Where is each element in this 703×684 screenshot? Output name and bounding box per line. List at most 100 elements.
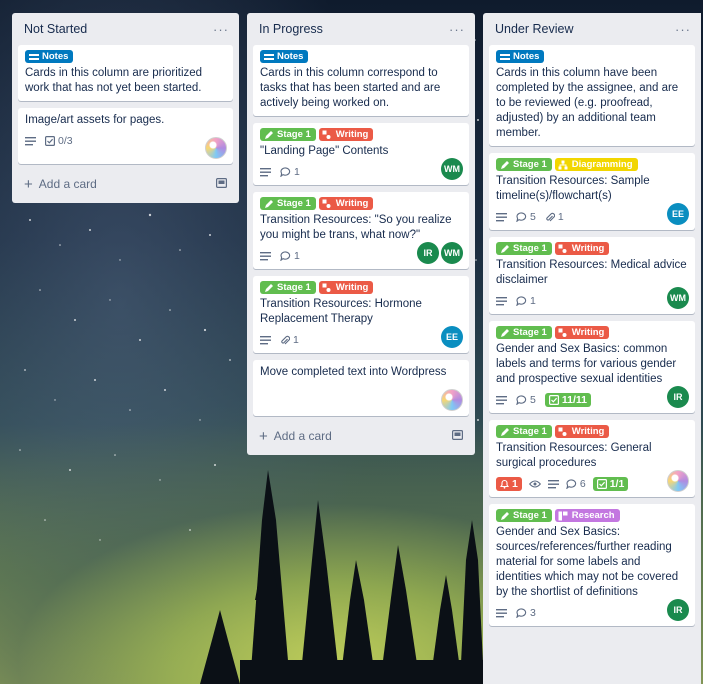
list-title[interactable]: Not Started: [24, 22, 87, 36]
label-notes: Notes: [496, 50, 545, 63]
list-menu-icon[interactable]: ···: [675, 22, 691, 37]
template-icon[interactable]: [452, 429, 464, 443]
card-title: Transition Resources: Medical advice dis…: [496, 259, 687, 286]
research-icon: [558, 510, 569, 521]
notes-icon: [263, 51, 274, 62]
plus-icon: +: [259, 427, 268, 445]
label-text: Writing: [571, 426, 605, 437]
comment-count: 1: [530, 295, 536, 307]
list-title[interactable]: Under Review: [495, 22, 574, 36]
paperclip-icon: [546, 212, 555, 221]
card-members: EE: [441, 326, 463, 348]
card-image-assets[interactable]: Image/art assets for pages. 0/3: [18, 108, 233, 164]
pencil-icon: [499, 243, 510, 254]
writing-icon: [322, 282, 333, 293]
diagram-icon: [558, 159, 569, 170]
card-notes[interactable]: Notes Cards in this column correspond to…: [253, 45, 469, 116]
list-in-progress: In Progress ··· Notes Cards in this colu…: [247, 13, 475, 455]
add-card-button[interactable]: + Add a card: [18, 171, 233, 197]
plus-icon: +: [24, 175, 33, 193]
card-members: EE: [667, 203, 689, 225]
comment-count: 1: [294, 166, 300, 178]
label-text: Diagramming: [571, 159, 633, 170]
checklist-badge: 0/3: [45, 135, 73, 147]
label-text: Writing: [335, 129, 369, 140]
card-medical-disclaimer[interactable]: Stage 1 Writing Transition Resources: Me…: [489, 237, 695, 314]
bell-icon: [500, 479, 509, 489]
comments-badge: 3: [516, 607, 536, 619]
description-icon: [25, 136, 36, 146]
list-menu-icon[interactable]: ···: [213, 22, 229, 37]
card-timeline[interactable]: Stage 1 Diagramming Transition Resources…: [489, 153, 695, 230]
member-avatar[interactable]: IR: [667, 386, 689, 408]
comment-icon: [516, 395, 527, 405]
comment-icon: [516, 608, 527, 618]
pencil-icon: [499, 159, 510, 170]
member-avatar[interactable]: IR: [667, 599, 689, 621]
member-avatar[interactable]: WM: [667, 287, 689, 309]
member-avatar[interactable]: EE: [667, 203, 689, 225]
writing-icon: [558, 426, 569, 437]
comments-badge: 5: [516, 211, 536, 223]
writing-icon: [558, 327, 569, 338]
add-card-label: Add a card: [38, 177, 97, 191]
member-avatar[interactable]: WM: [441, 158, 463, 180]
comment-icon: [566, 479, 576, 489]
card-landing-page[interactable]: Stage 1 Writing "Landing Page" Contents …: [253, 123, 469, 185]
member-avatar[interactable]: EE: [441, 326, 463, 348]
card-title: Transition Resources: Sample timeline(s)…: [496, 175, 650, 202]
add-card-left: + Add a card: [24, 177, 97, 192]
notifications-badge: 1: [496, 477, 522, 491]
member-avatar[interactable]: [441, 389, 463, 411]
card-members: [667, 470, 689, 492]
comment-count: 5: [530, 211, 536, 223]
checklist-icon: [596, 479, 607, 489]
add-card-button[interactable]: + Add a card: [253, 423, 469, 449]
label-writing: Writing: [554, 242, 610, 255]
label-writing: Writing: [554, 425, 610, 438]
card-so-you-realize[interactable]: Stage 1 Writing Transition Resources: "S…: [253, 192, 469, 269]
list-title[interactable]: In Progress: [259, 22, 323, 36]
card-title: Transition Resources: General surgical p…: [496, 442, 652, 469]
card-members: WM: [441, 158, 463, 180]
label-stage: Stage 1: [496, 425, 552, 438]
writing-icon: [558, 243, 569, 254]
card-notes[interactable]: Notes Cards in this column have been com…: [489, 45, 695, 146]
list-menu-icon[interactable]: ···: [449, 22, 465, 37]
card-sources-references[interactable]: Stage 1 Research Gender and Sex Basics: …: [489, 504, 695, 626]
list-not-started: Not Started ··· Notes Cards in this colu…: [12, 13, 239, 203]
label-notes: Notes: [25, 50, 74, 63]
card-badges: 1 6 1/1: [496, 476, 688, 492]
card-title: Move completed text into Wordpress: [260, 366, 447, 378]
card-gender-basics[interactable]: Stage 1 Writing Gender and Sex Basics: c…: [489, 321, 695, 413]
template-icon[interactable]: [216, 177, 228, 191]
member-avatar[interactable]: [205, 137, 227, 159]
member-avatar[interactable]: [667, 470, 689, 492]
member-avatar[interactable]: IR: [417, 242, 439, 264]
checklist-count: 11/11: [561, 394, 587, 406]
card-labels: Notes: [260, 50, 462, 63]
label-text: Writing: [335, 282, 369, 293]
comment-count: 6: [579, 478, 586, 490]
attachments-badge: 1: [545, 211, 564, 223]
attachments-badge: 1: [280, 334, 299, 346]
checklist-icon: [548, 395, 559, 405]
card-members: IR: [667, 599, 689, 621]
label-diagramming: Diagramming: [554, 158, 638, 171]
card-notes[interactable]: Notes Cards in this column are prioritiz…: [18, 45, 233, 101]
member-avatar[interactable]: WM: [441, 242, 463, 264]
card-members: IR: [667, 386, 689, 408]
card-hrt[interactable]: Stage 1 Writing Transition Resources: Ho…: [253, 276, 469, 353]
paperclip-icon: [281, 335, 290, 344]
card-badges: 5 1: [496, 209, 688, 225]
label-stage: Stage 1: [496, 509, 552, 522]
label-notes: Notes: [260, 50, 309, 63]
label-stage: Stage 1: [260, 281, 316, 294]
checklist-icon: [45, 136, 55, 146]
card-wordpress[interactable]: Move completed text into Wordpress: [253, 360, 469, 416]
pencil-icon: [263, 198, 274, 209]
card-surgical-procedures[interactable]: Stage 1 Writing Transition Resources: Ge…: [489, 420, 695, 497]
label-text: Notes: [513, 51, 540, 62]
card-title: "Landing Page" Contents: [260, 145, 389, 157]
label-text: Writing: [571, 243, 605, 254]
